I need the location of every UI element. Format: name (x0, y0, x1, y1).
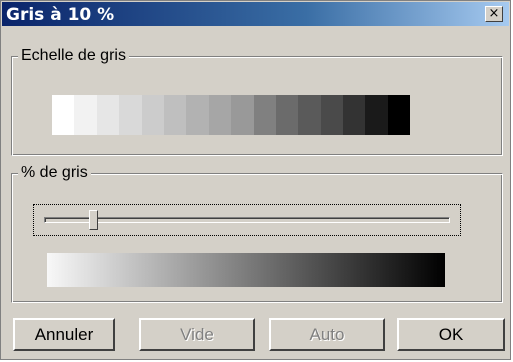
gray-swatch[interactable] (365, 95, 388, 135)
gray-swatch[interactable] (52, 95, 75, 135)
gray-swatch[interactable] (186, 95, 209, 135)
gray-swatch[interactable] (253, 95, 276, 135)
gray-swatch[interactable] (231, 95, 254, 135)
gray-swatch[interactable] (320, 95, 344, 135)
gray-swatch[interactable] (208, 95, 232, 135)
gray-gradient-bar[interactable] (47, 253, 445, 287)
gray-swatch[interactable] (298, 95, 321, 135)
empty-button[interactable]: Vide (139, 318, 255, 351)
grayscale-swatches (52, 95, 411, 135)
gray-swatch[interactable] (387, 95, 411, 135)
title-bar[interactable]: Gris à 10 % × (2, 2, 509, 26)
gray-percent-group: % de gris (11, 164, 503, 303)
grayscale-group: Echelle de gris (11, 47, 503, 156)
ok-button[interactable]: OK (397, 318, 505, 351)
gray-swatch[interactable] (275, 95, 299, 135)
cancel-button[interactable]: Annuler (13, 318, 115, 351)
auto-button[interactable]: Auto (269, 318, 385, 351)
grayscale-group-label: Echelle de gris (18, 47, 129, 65)
gray-percent-group-label: % de gris (18, 164, 91, 182)
window-title: Gris à 10 % (6, 5, 115, 25)
gray-swatch[interactable] (96, 95, 120, 135)
gray-swatch[interactable] (141, 95, 164, 135)
close-icon[interactable]: × (485, 6, 503, 22)
gray-dialog: Gris à 10 % × Echelle de gris % de gris … (0, 0, 511, 360)
gray-swatch[interactable] (343, 95, 366, 135)
slider-thumb[interactable] (89, 210, 98, 230)
gray-swatch[interactable] (74, 95, 97, 135)
gray-percent-slider[interactable] (33, 204, 461, 236)
gray-swatch[interactable] (163, 95, 187, 135)
slider-track (44, 210, 450, 230)
gray-swatch[interactable] (119, 95, 142, 135)
